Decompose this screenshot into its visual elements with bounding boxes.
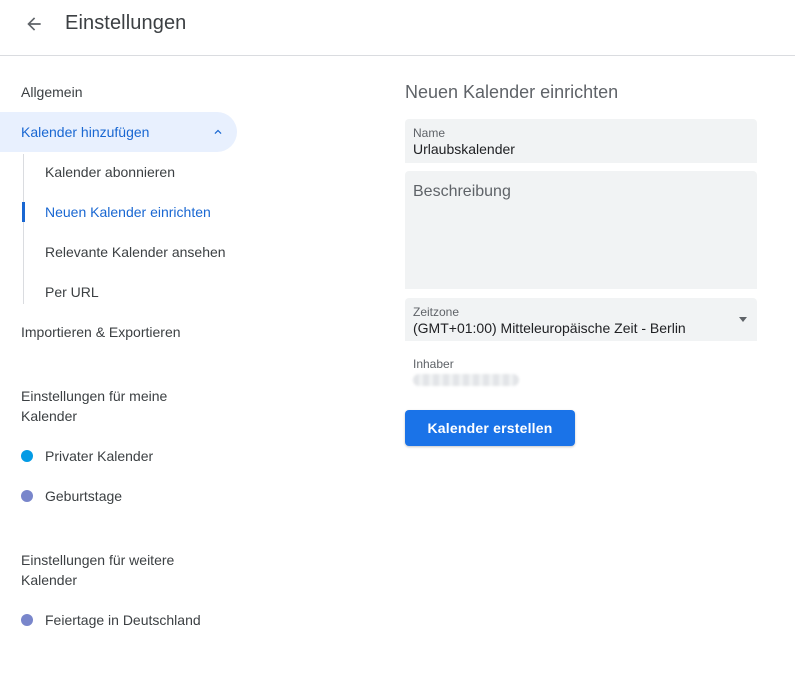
description-placeholder: Beschreibung [413,183,511,200]
subnav-divider [23,154,24,304]
sidebar-item-general[interactable]: Allgemein [21,84,82,100]
sidebar-subitem-create-new[interactable]: Neuen Kalender einrichten [45,204,211,220]
calendar-color-dot [21,450,33,462]
calendar-color-dot [21,490,33,502]
timezone-label: Zeitzone [413,305,460,319]
calendar-item-birthdays[interactable]: Geburtstage [21,488,122,504]
owner-label: Inhaber [413,357,454,371]
sidebar-item-add-calendar[interactable]: Kalender hinzufügen [0,112,237,152]
name-field[interactable]: Name Urlaubskalender [405,119,757,163]
calendar-color-dot [21,614,33,626]
sidebar-subitem-browse-relevant[interactable]: Relevante Kalender ansehen [45,244,226,260]
sidebar-item-import-export[interactable]: Importieren & Exportieren [21,324,181,340]
calendar-item-label: Geburtstage [45,488,123,504]
calendar-item-private[interactable]: Privater Kalender [21,448,153,464]
sidebar-item-label: Kalender hinzufügen [21,124,150,140]
calendar-item-label: Privater Kalender [45,448,154,464]
subnav-active-indicator [22,202,25,222]
dropdown-caret-icon [739,317,747,322]
app-header: Einstellungen [0,0,795,56]
timezone-select[interactable]: Zeitzone (GMT+01:00) Mitteleuropäische Z… [405,298,757,341]
arrow-left-icon [27,17,41,31]
calendar-item-label: Feiertage in Deutschland [45,612,201,628]
back-button[interactable] [20,10,48,38]
name-field-value[interactable]: Urlaubskalender [413,141,515,157]
chevron-up-icon [214,129,222,134]
section-title: Neuen Kalender einrichten [405,82,619,102]
section-heading-other-calendars: Einstellungen für weitere Kalender [21,552,175,588]
description-field[interactable]: Beschreibung [405,171,757,289]
timezone-value: (GMT+01:00) Mitteleuropäische Zeit - Ber… [413,320,686,336]
owner-value-redacted [413,374,519,386]
page-title: Einstellungen [65,12,187,34]
sidebar-subitem-from-url[interactable]: Per URL [45,284,99,300]
sidebar-subitem-subscribe[interactable]: Kalender abonnieren [45,164,175,180]
calendar-item-holidays[interactable]: Feiertage in Deutschland [21,612,201,628]
name-field-label: Name [413,126,446,140]
create-calendar-button[interactable]: Kalender erstellen [405,410,575,446]
section-heading-my-calendars: Einstellungen für meine Kalender [21,388,168,424]
